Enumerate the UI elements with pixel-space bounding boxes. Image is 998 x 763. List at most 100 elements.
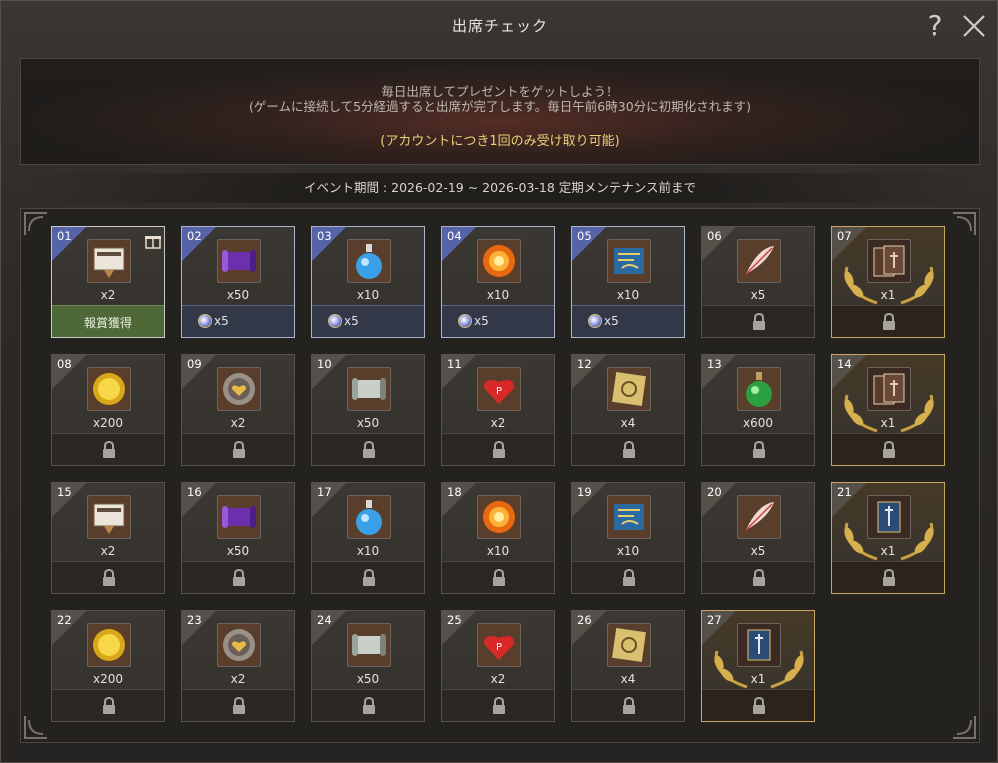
bonus-quantity: x5 (604, 314, 619, 328)
reward-cell[interactable]: 11 Px2 (441, 354, 555, 466)
title-bar: 出席チェック ? (1, 1, 998, 49)
reward-quantity: x200 (92, 672, 123, 686)
reward-cell[interactable]: 27 x1 (701, 610, 815, 722)
lock-icon (621, 696, 637, 715)
reward-cell[interactable]: 21 x1 (831, 482, 945, 594)
reward-cell[interactable]: 06 x5 (701, 226, 815, 338)
event-period: イベント期間 : 2026-02-19 ~ 2026-03-18 定期メンテナン… (20, 173, 980, 203)
heart-medal-icon (217, 367, 261, 411)
cell-footer (832, 561, 944, 593)
ticket-hourglass-icon (87, 239, 131, 283)
reward-cell[interactable]: 02 x50 x5 (181, 226, 295, 338)
close-button[interactable] (959, 11, 989, 41)
lock-icon (751, 696, 767, 715)
banner-description: (ゲームに接続して5分経過すると出席が完了します。毎日午前6時30分に初期化され… (248, 99, 752, 114)
reward-cell[interactable]: 10 x50 (311, 354, 425, 466)
reward-quantity: x1 (880, 416, 896, 430)
cell-footer (442, 433, 554, 465)
green-potion-icon (737, 367, 781, 411)
lock-icon (491, 440, 507, 459)
reward-cell[interactable]: 12 x4 (571, 354, 685, 466)
blue-map-icon (607, 495, 651, 539)
reward-quantity: x2 (490, 672, 506, 686)
day-number: 20 (707, 485, 722, 499)
reward-cell[interactable]: 20 x5 (701, 482, 815, 594)
reward-quantity: x200 (92, 416, 123, 430)
cell-footer (442, 689, 554, 721)
reward-cell[interactable]: 22 x200 (51, 610, 165, 722)
purple-scroll-icon (217, 495, 261, 539)
reward-quantity: x4 (620, 672, 636, 686)
cell-footer (832, 305, 944, 337)
rune-stone-icon (607, 623, 651, 667)
bonus-coin-icon (328, 314, 342, 328)
lock-icon (881, 440, 897, 459)
svg-text:P: P (496, 642, 502, 653)
reward-cell[interactable]: 14 x1 (831, 354, 945, 466)
reward-quantity: x10 (356, 544, 380, 558)
day-number: 22 (57, 613, 72, 627)
lock-icon (881, 312, 897, 331)
lock-icon (751, 312, 767, 331)
feather-icon (737, 495, 781, 539)
cell-footer (442, 561, 554, 593)
lock-icon (751, 568, 767, 587)
lock-icon (361, 440, 377, 459)
day-number: 27 (707, 613, 722, 627)
reward-cell[interactable]: 25 Px2 (441, 610, 555, 722)
day-number: 13 (707, 357, 722, 371)
blue-map-icon (607, 239, 651, 283)
reward-quantity: x2 (490, 416, 506, 430)
reward-cell[interactable]: 15 x2 (51, 482, 165, 594)
red-heart-icon: P (477, 623, 521, 667)
reward-cell[interactable]: 05 x10 x5 (571, 226, 685, 338)
reward-cell[interactable]: 16 x50 (181, 482, 295, 594)
paper-scroll-icon (347, 367, 391, 411)
day-number: 01 (57, 229, 72, 243)
day-number: 05 (577, 229, 592, 243)
sword-card-icon (737, 623, 781, 667)
reward-cell[interactable]: 18 x10 (441, 482, 555, 594)
day-number: 08 (57, 357, 72, 371)
reward-quantity: x1 (880, 288, 896, 302)
bonus-quantity: x5 (344, 314, 359, 328)
reward-cell[interactable]: 24 x50 (311, 610, 425, 722)
heart-medal-icon (217, 623, 261, 667)
day-number: 12 (577, 357, 592, 371)
reward-cell[interactable]: 17 x10 (311, 482, 425, 594)
lock-icon (101, 696, 117, 715)
day-number: 06 (707, 229, 722, 243)
lock-icon (751, 440, 767, 459)
reward-quantity: x2 (230, 416, 246, 430)
cell-footer: x5 (182, 305, 294, 337)
day-number: 04 (447, 229, 462, 243)
cell-footer: 報賞獲得 (52, 305, 164, 337)
reward-cell[interactable]: 08 x200 (51, 354, 165, 466)
cell-footer (702, 433, 814, 465)
cell-footer: x5 (572, 305, 684, 337)
reward-cell[interactable]: 01 x2 報賞獲得 (51, 226, 165, 338)
help-button[interactable]: ? (922, 9, 948, 43)
reward-quantity: x1 (750, 672, 766, 686)
reward-cell[interactable]: 23 x2 (181, 610, 295, 722)
red-heart-icon: P (477, 367, 521, 411)
reward-cell[interactable]: 13 x600 (701, 354, 815, 466)
reward-cell[interactable]: 03 x10 x5 (311, 226, 425, 338)
lock-icon (231, 696, 247, 715)
reward-cell[interactable]: 04 x10 x5 (441, 226, 555, 338)
reward-cell[interactable]: 09 x2 (181, 354, 295, 466)
paper-scroll-icon (347, 623, 391, 667)
day-number: 15 (57, 485, 72, 499)
svg-text:P: P (496, 386, 502, 397)
reward-cell[interactable]: 19 x10 (571, 482, 685, 594)
ornament-corner-icon (24, 716, 47, 739)
cell-footer (182, 433, 294, 465)
day-number: 19 (577, 485, 592, 499)
day-number: 14 (837, 357, 852, 371)
day-number: 10 (317, 357, 332, 371)
fire-orb-icon (477, 495, 521, 539)
reward-cell[interactable]: 07 x1 (831, 226, 945, 338)
reward-cell[interactable]: 26 x4 (571, 610, 685, 722)
lock-icon (361, 568, 377, 587)
lock-icon (491, 696, 507, 715)
